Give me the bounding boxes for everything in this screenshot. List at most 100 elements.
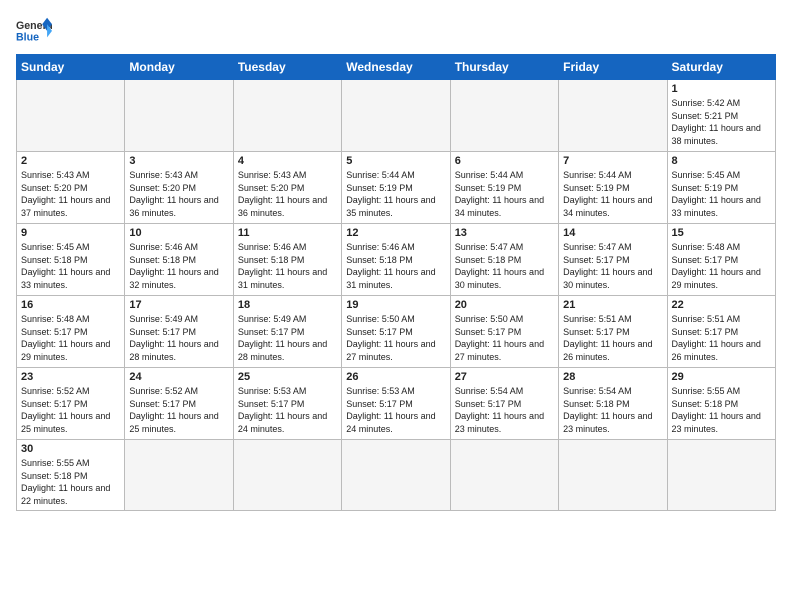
calendar-cell: 17 Sunrise: 5:49 AM Sunset: 5:17 PM Dayli… [125,296,233,368]
day-info: Sunrise: 5:47 AM Sunset: 5:17 PM Dayligh… [563,241,662,291]
calendar-cell [450,440,558,511]
calendar-cell: 8 Sunrise: 5:45 AM Sunset: 5:19 PM Daylig… [667,152,775,224]
day-number: 10 [129,227,228,239]
day-info: Sunrise: 5:43 AM Sunset: 5:20 PM Dayligh… [238,169,337,219]
day-info: Sunrise: 5:42 AM Sunset: 5:21 PM Dayligh… [672,97,771,147]
day-info: Sunrise: 5:52 AM Sunset: 5:17 PM Dayligh… [21,385,120,435]
day-number: 1 [672,83,771,95]
day-info: Sunrise: 5:45 AM Sunset: 5:18 PM Dayligh… [21,241,120,291]
weekday-header-thursday: Thursday [450,55,558,80]
calendar-cell: 26 Sunrise: 5:53 AM Sunset: 5:17 PM Dayli… [342,368,450,440]
day-info: Sunrise: 5:44 AM Sunset: 5:19 PM Dayligh… [455,169,554,219]
day-number: 3 [129,155,228,167]
day-number: 21 [563,299,662,311]
day-info: Sunrise: 5:48 AM Sunset: 5:17 PM Dayligh… [672,241,771,291]
calendar-cell: 30Sunrise: 5:55 AM Sunset: 5:18 PM Dayli… [17,440,125,511]
weekday-header-saturday: Saturday [667,55,775,80]
day-info: Sunrise: 5:53 AM Sunset: 5:17 PM Dayligh… [346,385,445,435]
weekday-header-row: SundayMondayTuesdayWednesdayThursdayFrid… [17,55,776,80]
calendar-cell: 15 Sunrise: 5:48 AM Sunset: 5:17 PM Dayli… [667,224,775,296]
day-number: 20 [455,299,554,311]
calendar-cell [233,80,341,152]
day-number: 18 [238,299,337,311]
day-number: 4 [238,155,337,167]
day-number: 28 [563,371,662,383]
calendar-week-5: 23Sunrise: 5:52 AM Sunset: 5:17 PM Dayli… [17,368,776,440]
day-number: 6 [455,155,554,167]
day-info: Sunrise: 5:55 AM Sunset: 5:18 PM Dayligh… [21,457,120,507]
day-info: Sunrise: 5:54 AM Sunset: 5:17 PM Dayligh… [455,385,554,435]
day-info: Sunrise: 5:53 AM Sunset: 5:17 PM Dayligh… [238,385,337,435]
calendar-cell [125,80,233,152]
day-number: 24 [129,371,228,383]
calendar-cell: 10 Sunrise: 5:46 AM Sunset: 5:18 PM Dayli… [125,224,233,296]
day-info: Sunrise: 5:44 AM Sunset: 5:19 PM Dayligh… [563,169,662,219]
day-number: 17 [129,299,228,311]
day-info: Sunrise: 5:46 AM Sunset: 5:18 PM Dayligh… [129,241,228,291]
calendar-cell: 2 Sunrise: 5:43 AM Sunset: 5:20 PM Daylig… [17,152,125,224]
day-number: 22 [672,299,771,311]
calendar-cell: 1 Sunrise: 5:42 AM Sunset: 5:21 PM Daylig… [667,80,775,152]
day-info: Sunrise: 5:44 AM Sunset: 5:19 PM Dayligh… [346,169,445,219]
day-number: 25 [238,371,337,383]
day-number: 2 [21,155,120,167]
calendar-table: SundayMondayTuesdayWednesdayThursdayFrid… [16,54,776,511]
calendar-cell [233,440,341,511]
calendar-cell: 18 Sunrise: 5:49 AM Sunset: 5:17 PM Dayli… [233,296,341,368]
day-info: Sunrise: 5:54 AM Sunset: 5:18 PM Dayligh… [563,385,662,435]
weekday-header-sunday: Sunday [17,55,125,80]
day-info: Sunrise: 5:51 AM Sunset: 5:17 PM Dayligh… [672,313,771,363]
day-info: Sunrise: 5:49 AM Sunset: 5:17 PM Dayligh… [238,313,337,363]
day-number: 26 [346,371,445,383]
day-number: 9 [21,227,120,239]
calendar-week-3: 9 Sunrise: 5:45 AM Sunset: 5:18 PM Daylig… [17,224,776,296]
calendar-cell: 5 Sunrise: 5:44 AM Sunset: 5:19 PM Daylig… [342,152,450,224]
day-info: Sunrise: 5:51 AM Sunset: 5:17 PM Dayligh… [563,313,662,363]
calendar-cell: 3 Sunrise: 5:43 AM Sunset: 5:20 PM Daylig… [125,152,233,224]
calendar-cell: 12 Sunrise: 5:46 AM Sunset: 5:18 PM Dayli… [342,224,450,296]
day-number: 15 [672,227,771,239]
day-number: 5 [346,155,445,167]
calendar-week-4: 16Sunrise: 5:48 AM Sunset: 5:17 PM Dayli… [17,296,776,368]
day-info: Sunrise: 5:50 AM Sunset: 5:17 PM Dayligh… [455,313,554,363]
weekday-header-friday: Friday [559,55,667,80]
calendar-cell: 11Sunrise: 5:46 AM Sunset: 5:18 PM Dayli… [233,224,341,296]
page: General Blue SundayMondayTuesdayWednesda… [0,0,792,519]
calendar-week-6: 30Sunrise: 5:55 AM Sunset: 5:18 PM Dayli… [17,440,776,511]
day-info: Sunrise: 5:45 AM Sunset: 5:19 PM Dayligh… [672,169,771,219]
day-number: 19 [346,299,445,311]
calendar-cell: 21 Sunrise: 5:51 AM Sunset: 5:17 PM Dayli… [559,296,667,368]
day-number: 16 [21,299,120,311]
calendar-cell [559,440,667,511]
calendar-week-1: 1 Sunrise: 5:42 AM Sunset: 5:21 PM Daylig… [17,80,776,152]
svg-text:Blue: Blue [16,32,39,44]
day-number: 13 [455,227,554,239]
day-number: 7 [563,155,662,167]
day-info: Sunrise: 5:43 AM Sunset: 5:20 PM Dayligh… [129,169,228,219]
calendar-cell: 7 Sunrise: 5:44 AM Sunset: 5:19 PM Daylig… [559,152,667,224]
day-number: 8 [672,155,771,167]
day-number: 14 [563,227,662,239]
calendar-cell [125,440,233,511]
calendar-cell [342,80,450,152]
day-number: 12 [346,227,445,239]
calendar-cell: 6 Sunrise: 5:44 AM Sunset: 5:19 PM Daylig… [450,152,558,224]
weekday-header-wednesday: Wednesday [342,55,450,80]
day-number: 29 [672,371,771,383]
calendar-cell [667,440,775,511]
calendar-cell: 22 Sunrise: 5:51 AM Sunset: 5:17 PM Dayli… [667,296,775,368]
day-info: Sunrise: 5:46 AM Sunset: 5:18 PM Dayligh… [346,241,445,291]
day-info: Sunrise: 5:49 AM Sunset: 5:17 PM Dayligh… [129,313,228,363]
calendar-cell: 27 Sunrise: 5:54 AM Sunset: 5:17 PM Dayli… [450,368,558,440]
day-info: Sunrise: 5:47 AM Sunset: 5:18 PM Dayligh… [455,241,554,291]
day-info: Sunrise: 5:46 AM Sunset: 5:18 PM Dayligh… [238,241,337,291]
weekday-header-monday: Monday [125,55,233,80]
day-number: 27 [455,371,554,383]
calendar-cell: 24 Sunrise: 5:52 AM Sunset: 5:17 PM Dayli… [125,368,233,440]
calendar-cell: 28 Sunrise: 5:54 AM Sunset: 5:18 PM Dayli… [559,368,667,440]
weekday-header-tuesday: Tuesday [233,55,341,80]
day-info: Sunrise: 5:43 AM Sunset: 5:20 PM Dayligh… [21,169,120,219]
day-info: Sunrise: 5:52 AM Sunset: 5:17 PM Dayligh… [129,385,228,435]
calendar-cell: 23Sunrise: 5:52 AM Sunset: 5:17 PM Dayli… [17,368,125,440]
day-info: Sunrise: 5:50 AM Sunset: 5:17 PM Dayligh… [346,313,445,363]
